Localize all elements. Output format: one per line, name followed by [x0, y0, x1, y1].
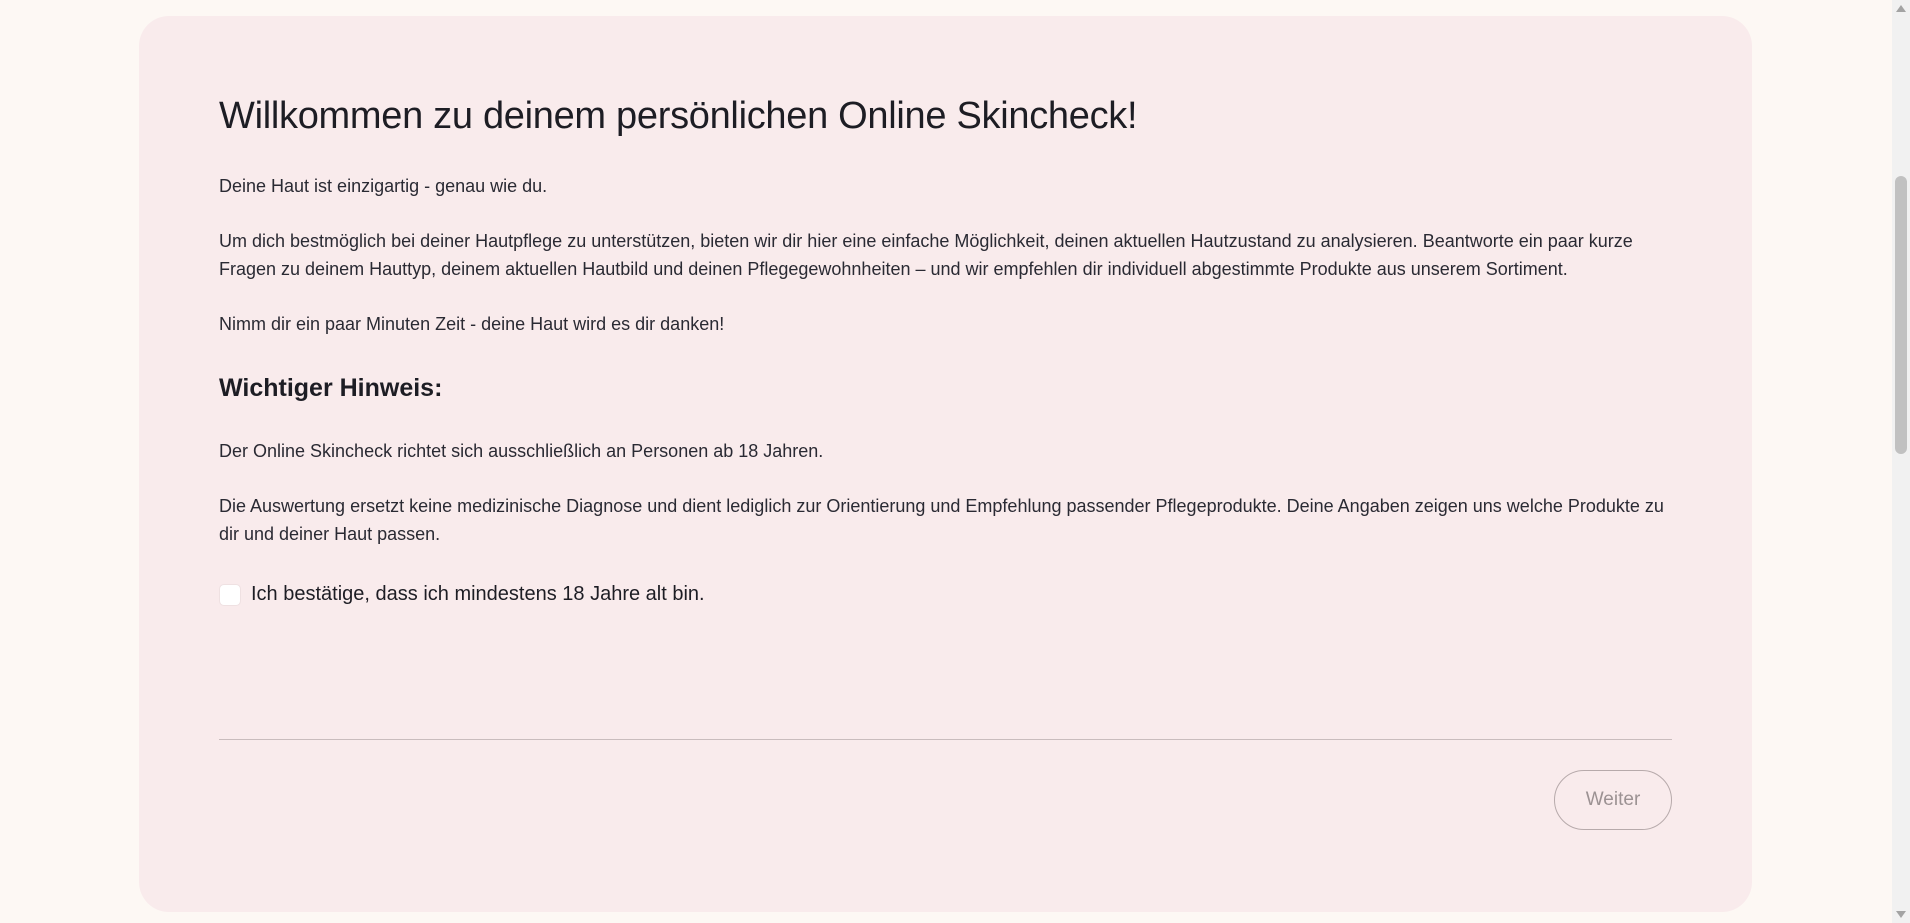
scroll-up-arrow-icon[interactable] [1896, 5, 1906, 12]
notice-age-text: Der Online Skincheck richtet sich aussch… [219, 441, 824, 461]
intro-description: Um dich bestmöglich bei deiner Hautpfleg… [219, 231, 1633, 279]
footer-divider [219, 739, 1672, 740]
page-title: Willkommen zu deinem persönlichen Online… [219, 95, 1138, 137]
age-confirmation-checkbox[interactable] [219, 583, 241, 606]
intro-time-note: Nimm dir ein paar Minuten Zeit - deine H… [219, 314, 725, 334]
page-scrollbar[interactable] [1892, 0, 1910, 923]
next-button[interactable]: Weiter [1554, 770, 1672, 830]
scroll-down-arrow-icon[interactable] [1896, 911, 1906, 918]
notice-heading: Wichtiger Hinweis: [219, 374, 443, 402]
age-confirmation[interactable]: Ich bestätige, dass ich mindestens 18 Ja… [219, 583, 705, 606]
notice-disclaimer: Die Auswertung ersetzt keine medizinisch… [219, 496, 1664, 544]
skincheck-card: Willkommen zu deinem persönlichen Online… [139, 16, 1752, 912]
intro-tagline: Deine Haut ist einzigartig - genau wie d… [219, 176, 548, 196]
age-confirmation-label[interactable]: Ich bestätige, dass ich mindestens 18 Ja… [251, 583, 705, 606]
scroll-thumb[interactable] [1895, 176, 1907, 454]
page: Willkommen zu deinem persönlichen Online… [0, 0, 1910, 923]
